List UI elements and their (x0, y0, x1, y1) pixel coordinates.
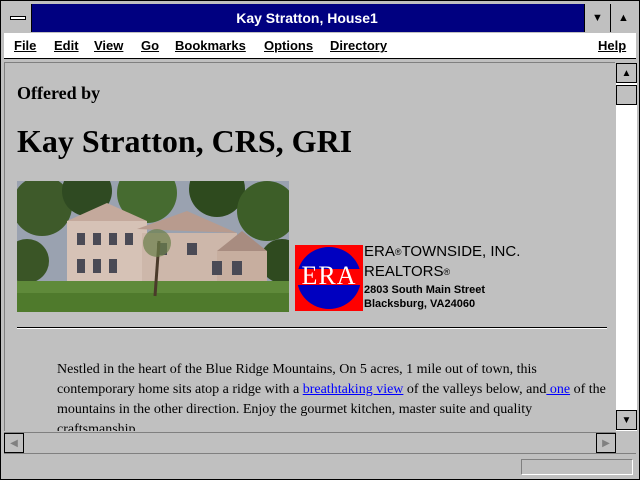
one-link[interactable]: one (546, 382, 570, 397)
menu-directory[interactable]: Directory (330, 33, 387, 58)
menu-options[interactable]: Options (264, 33, 313, 58)
broker-realtors: REALTORS® (364, 263, 451, 280)
status-progress-field (521, 459, 633, 475)
horizontal-scrollbar[interactable]: ◀ ▶ (4, 432, 616, 453)
vertical-scroll-thumb[interactable] (616, 85, 637, 105)
window-title: Kay Stratton, House1 (236, 10, 378, 26)
house-photo (17, 181, 289, 312)
broker-name: ERA®TOWNSIDE, INC. (364, 243, 521, 260)
city-address: Blacksburg, VA24060 (364, 298, 476, 310)
menu-bar: File Edit View Go Bookmarks Options Dire… (4, 33, 636, 59)
title-bar[interactable]: Kay Stratton, House1 ▼ ▲ (4, 4, 636, 32)
status-bar (4, 453, 636, 477)
scroll-up-icon[interactable]: ▲ (616, 63, 637, 83)
menu-help[interactable]: Help (598, 33, 626, 58)
menu-edit[interactable]: Edit (54, 33, 79, 58)
agent-name-heading: Kay Stratton, CRS, GRI (17, 123, 353, 159)
system-menu-icon[interactable] (4, 4, 32, 32)
menu-file[interactable]: File (14, 33, 36, 58)
scroll-right-icon[interactable]: ▶ (596, 433, 616, 453)
menu-go[interactable]: Go (141, 33, 159, 58)
era-logo: ERA (295, 245, 363, 311)
horizontal-rule (17, 327, 607, 329)
minimize-icon[interactable]: ▼ (584, 4, 610, 32)
scroll-left-icon[interactable]: ◀ (4, 433, 24, 453)
vertical-scrollbar[interactable]: ▲ ▼ (616, 63, 637, 431)
offered-by-heading: Offered by (17, 83, 101, 103)
menu-view[interactable]: View (94, 33, 123, 58)
description-paragraph: Nestled in the heart of the Blue Ridge M… (57, 362, 606, 431)
scrollbar-corner (616, 432, 637, 452)
browser-window: Kay Stratton, House1 ▼ ▲ File Edit View … (0, 0, 640, 480)
breathtaking-view-link[interactable]: breathtaking view (303, 382, 404, 397)
menu-bookmarks[interactable]: Bookmarks (175, 33, 246, 58)
scroll-down-icon[interactable]: ▼ (616, 410, 637, 430)
street-address: 2803 South Main Street (364, 284, 486, 296)
broker-address: 2803 South Main Street Blacksburg, VA240… (364, 283, 485, 311)
page-content: Offered by Kay Stratton, CRS, GRI ERA ER… (4, 62, 615, 431)
maximize-icon[interactable]: ▲ (610, 4, 636, 32)
